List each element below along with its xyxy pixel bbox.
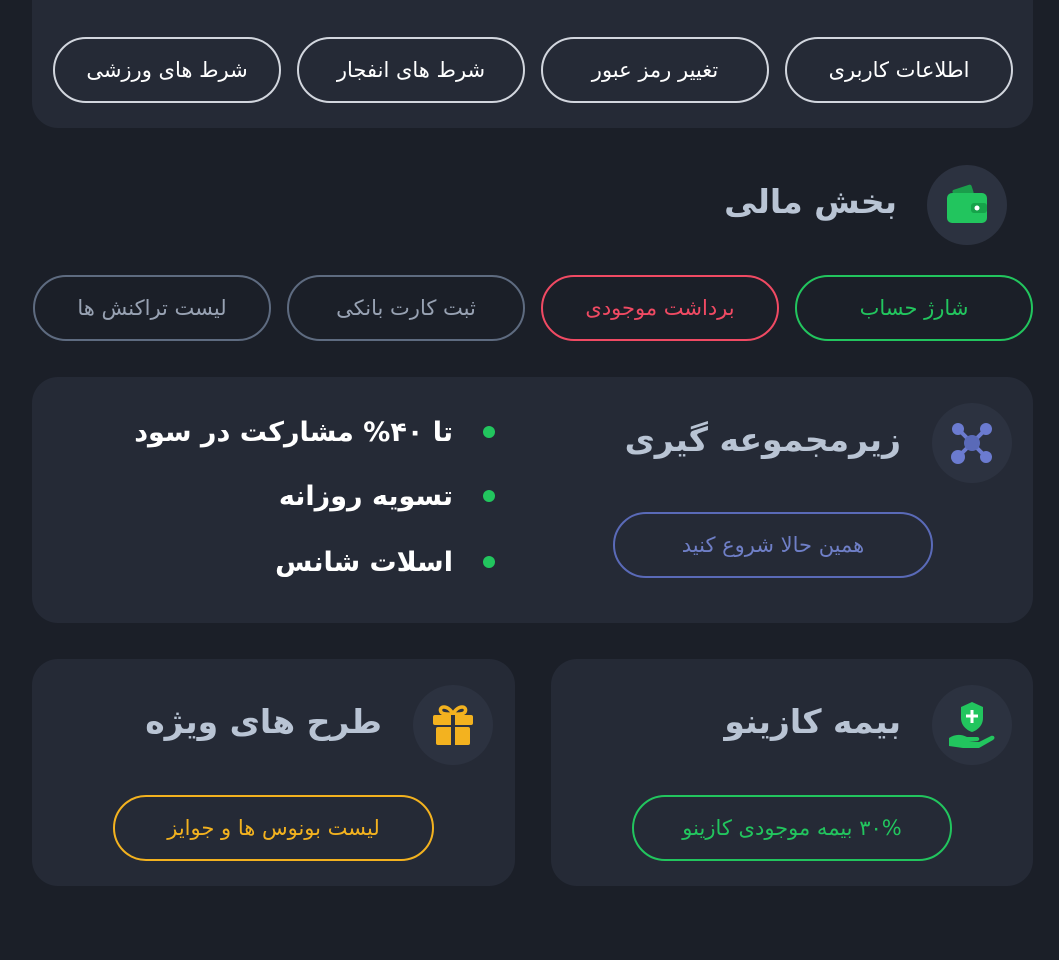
referral-title: زیرمجموعه گیری: [624, 420, 901, 459]
change-password-button[interactable]: تغییر رمز عبور: [541, 37, 769, 103]
referral-feature-settlement: تسویه روزانه: [278, 481, 453, 512]
special-plans-title: طرح های ویژه: [145, 702, 382, 741]
referral-card: [32, 377, 1033, 623]
special-icon-circle: [413, 685, 493, 765]
withdraw-button[interactable]: برداشت موجودی: [541, 275, 779, 341]
wallet-icon: [947, 184, 987, 223]
bonus-list-button[interactable]: لیست بونوس ها و جوایز: [113, 795, 434, 861]
register-bank-card-button[interactable]: ثبت کارت بانکی: [287, 275, 525, 341]
feature-bullet: [483, 426, 495, 438]
referral-start-button[interactable]: همین حالا شروع کنید: [613, 512, 933, 578]
gift-icon: [433, 705, 473, 745]
crash-bets-button[interactable]: شرط های انفجار: [297, 37, 525, 103]
insurance-hand-icon: [949, 702, 995, 748]
referral-feature-slot: اسلات شانس: [275, 547, 453, 578]
insurance-icon-circle: [932, 685, 1012, 765]
finance-icon-circle: [927, 165, 1007, 245]
insurance-button[interactable]: ۳۰% بیمه موجودی کازینو: [632, 795, 952, 861]
referral-feature-profit: تا ۴۰% مشارکت در سود: [134, 417, 453, 448]
insurance-title: بیمه کازینو: [724, 702, 901, 741]
charge-account-button[interactable]: شارژ حساب: [795, 275, 1033, 341]
user-info-button[interactable]: اطلاعات کاربری: [785, 37, 1013, 103]
finance-title: بخش مالی: [724, 182, 897, 221]
feature-bullet: [483, 556, 495, 568]
feature-bullet: [483, 490, 495, 502]
sports-bets-button[interactable]: شرط های ورزشی: [53, 37, 281, 103]
transactions-list-button[interactable]: لیست تراکنش ها: [33, 275, 271, 341]
network-icon: [951, 423, 992, 464]
referral-icon-circle: [932, 403, 1012, 483]
